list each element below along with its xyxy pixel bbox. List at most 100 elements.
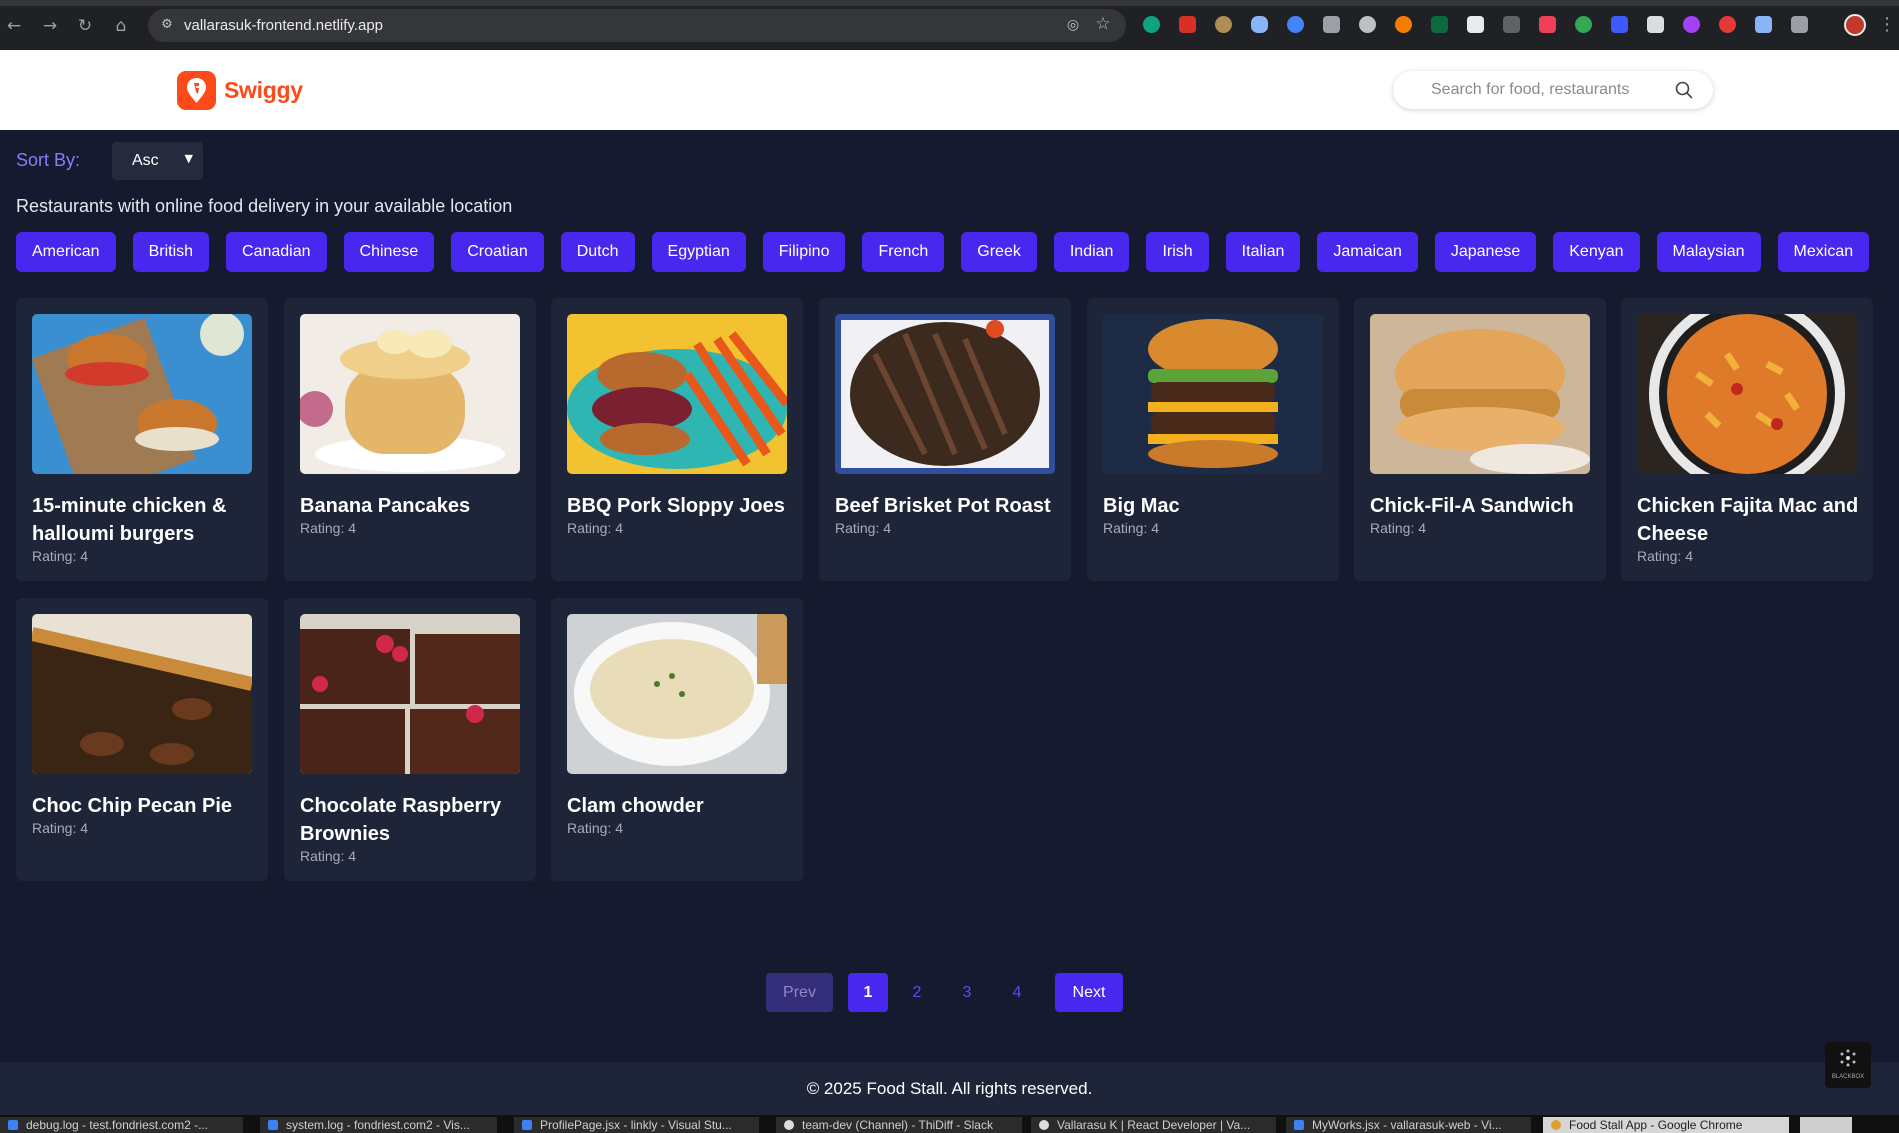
cuisine-chip[interactable]: Indian [1053,232,1130,272]
cuisine-chip[interactable]: Croatian [451,232,544,272]
food-image[interactable] [1637,314,1857,474]
search-input[interactable] [1431,80,1661,100]
swiggy-logo-icon[interactable] [177,71,216,110]
extension-icon[interactable] [1611,16,1628,33]
food-title[interactable]: Chicken Fajita Mac and Cheese [1637,492,1861,548]
food-title[interactable]: Choc Chip Pecan Pie [32,792,256,820]
food-title[interactable]: Banana Pancakes [300,492,524,520]
food-image[interactable] [300,314,520,474]
extension-icon[interactable] [1467,16,1484,33]
reload-icon[interactable]: ↻ [75,16,95,36]
food-image[interactable] [32,314,252,474]
prev-button[interactable]: Prev [766,973,833,1012]
food-image[interactable] [1103,314,1323,474]
food-card[interactable]: Banana Pancakes Rating: 4 [284,298,536,581]
taskbar-item[interactable]: system.log - fondriest.com2 - Vis... [260,1117,497,1133]
bookmark-star-icon[interactable]: ☆ [1094,15,1112,33]
food-card[interactable]: Choc Chip Pecan Pie Rating: 4 [16,598,268,881]
taskbar-item[interactable]: Vallarasu K | React Developer | Va... [1031,1117,1276,1133]
taskbar-item[interactable]: MyWorks.jsx - vallarasuk-web - Vi... [1286,1117,1531,1133]
cuisine-chip[interactable]: Egyptian [651,232,746,272]
food-image[interactable] [567,314,787,474]
food-card[interactable]: Chick-Fil-A Sandwich Rating: 4 [1354,298,1606,581]
profile-avatar[interactable] [1844,14,1866,36]
cuisine-chip[interactable]: Dutch [560,232,635,272]
food-card[interactable]: 15-minute chicken & halloumi burgers Rat… [16,298,268,581]
food-image[interactable] [300,614,520,774]
food-image[interactable] [567,614,787,774]
food-card[interactable]: Big Mac Rating: 4 [1087,298,1339,581]
extension-bulb-icon[interactable] [1359,16,1376,33]
cuisine-chip[interactable]: French [862,232,945,272]
cuisine-chip[interactable]: Greek [961,232,1037,272]
food-image[interactable] [32,614,252,774]
page-button-current[interactable]: 1 [848,973,888,1012]
food-card[interactable]: Clam chowder Rating: 4 [551,598,803,881]
cuisine-chip[interactable]: Mexican [1777,232,1870,272]
cuisine-chip[interactable]: Filipino [762,232,846,272]
extension-icon[interactable] [1503,16,1520,33]
cuisine-chip[interactable]: Japanese [1434,232,1537,272]
extensions-puzzle-icon[interactable] [1791,16,1808,33]
taskbar-item[interactable]: team-dev (Channel) - ThiDiff - Slack [776,1117,1022,1133]
taskbar-tray[interactable] [1800,1117,1852,1133]
extension-icon[interactable] [1287,16,1304,33]
extension-grammarly-icon[interactable] [1143,16,1160,33]
cuisine-chip[interactable]: American [16,232,116,272]
cuisine-chip[interactable]: Irish [1146,232,1209,272]
extension-icon[interactable] [1575,16,1592,33]
taskbar-item-label: Food Stall App - Google Chrome [1569,1118,1743,1132]
extension-icon[interactable] [1719,16,1736,33]
home-icon[interactable]: ⌂ [111,16,131,36]
browser-menu-icon[interactable]: ⋮ [1878,14,1896,36]
food-title[interactable]: Beef Brisket Pot Roast [835,492,1059,520]
taskbar-item-active[interactable]: Food Stall App - Google Chrome [1543,1117,1789,1133]
next-button[interactable]: Next [1055,973,1123,1012]
food-image[interactable] [835,314,1055,474]
extension-icon[interactable] [1215,16,1232,33]
eye-off-icon[interactable]: ◎ [1064,16,1082,34]
sort-select[interactable]: Asc ▼ [112,142,203,180]
food-title[interactable]: Big Mac [1103,492,1327,520]
cuisine-chip[interactable]: Malaysian [1656,232,1761,272]
extension-icon[interactable] [1431,16,1448,33]
extension-pocket-icon[interactable] [1539,16,1556,33]
food-image[interactable] [1370,314,1590,474]
address-bar[interactable]: ⚙ vallarasuk-frontend.netlify.app ◎ ☆ [148,9,1126,42]
extension-shield-icon[interactable] [1251,16,1268,33]
address-url[interactable]: vallarasuk-frontend.netlify.app [184,17,383,34]
food-card[interactable]: Beef Brisket Pot Roast Rating: 4 [819,298,1071,581]
extension-eyedropper-icon[interactable] [1647,16,1664,33]
extension-icon[interactable] [1179,16,1196,33]
blackbox-widget[interactable]: BLACKBOX [1825,1042,1871,1088]
taskbar-item[interactable]: ProfilePage.jsx - linkly - Visual Stu... [514,1117,759,1133]
food-card[interactable]: Chicken Fajita Mac and Cheese Rating: 4 [1621,298,1873,581]
extension-camera-icon[interactable] [1323,16,1340,33]
extension-icon[interactable] [1683,16,1700,33]
back-icon[interactable]: ← [4,16,24,36]
food-card[interactable]: Chocolate Raspberry Brownies Rating: 4 [284,598,536,881]
extension-icon[interactable] [1755,16,1772,33]
page-button[interactable]: 2 [897,973,937,1012]
cuisine-chip[interactable]: Chinese [343,232,435,272]
page-button[interactable]: 4 [997,973,1037,1012]
cuisine-chip[interactable]: Jamaican [1317,232,1418,272]
cuisine-chip[interactable]: Canadian [226,232,327,272]
search-icon[interactable] [1675,81,1693,99]
cuisine-chip[interactable]: Kenyan [1553,232,1640,272]
extension-icon[interactable] [1395,16,1412,33]
food-title[interactable]: BBQ Pork Sloppy Joes [567,492,791,520]
food-title[interactable]: Chick-Fil-A Sandwich [1370,492,1594,520]
forward-icon[interactable]: → [40,16,60,36]
site-settings-icon[interactable]: ⚙ [158,16,176,34]
food-title[interactable]: Clam chowder [567,792,791,820]
cuisine-chip[interactable]: Italian [1225,232,1301,272]
food-title[interactable]: Chocolate Raspberry Brownies [300,792,524,848]
food-title[interactable]: 15-minute chicken & halloumi burgers [32,492,256,548]
brand-name[interactable]: Swiggy [224,77,303,104]
taskbar-item[interactable]: debug.log - test.fondriest.com2 -... [0,1117,243,1133]
page-button[interactable]: 3 [947,973,987,1012]
food-card[interactable]: BBQ Pork Sloppy Joes Rating: 4 [551,298,803,581]
cuisine-chip[interactable]: British [132,232,210,272]
search-bar[interactable] [1393,71,1713,109]
